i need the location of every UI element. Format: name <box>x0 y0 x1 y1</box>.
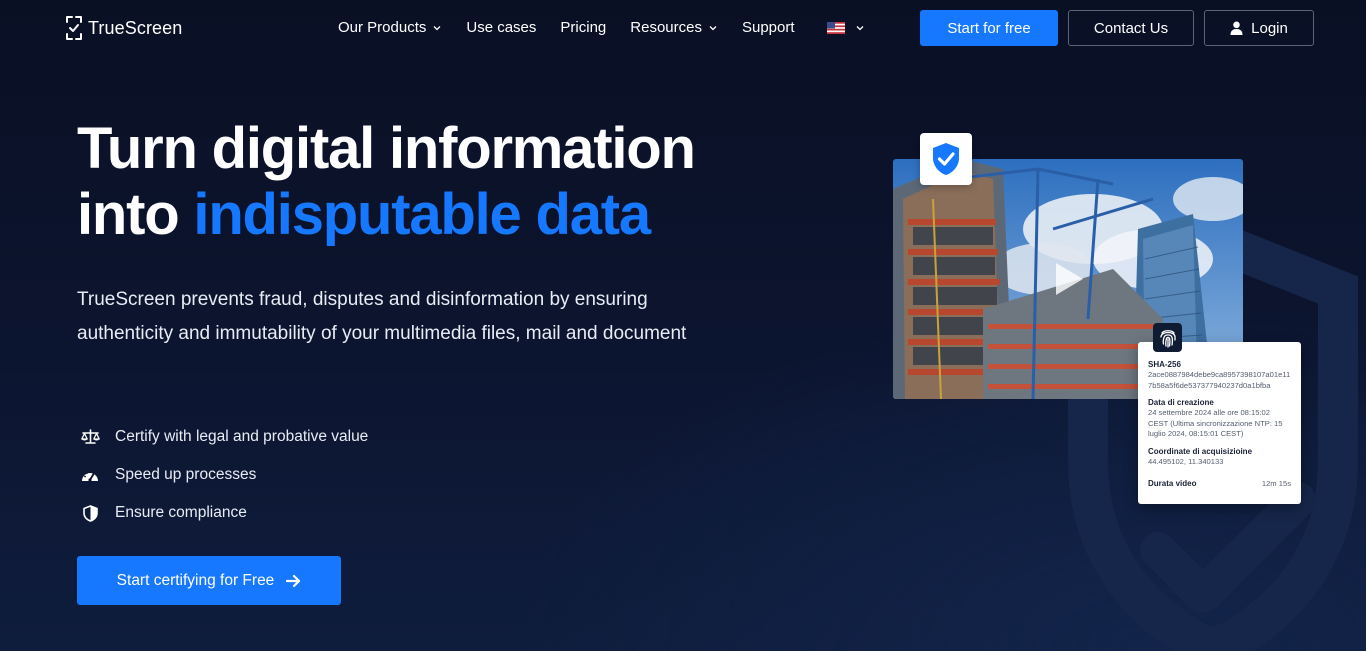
nav-use-cases-label: Use cases <box>466 19 537 36</box>
date-value: 24 settembre 2024 alle ore 08:15:02 CEST… <box>1148 408 1283 438</box>
language-selector[interactable] <box>823 21 865 34</box>
feature-label: Ensure compliance <box>115 504 247 521</box>
hero-title-accent: indisputable data <box>193 182 651 247</box>
nav-our-products[interactable]: Our Products <box>338 19 442 36</box>
feature-label: Certify with legal and probative value <box>115 428 369 445</box>
user-icon <box>1230 21 1243 35</box>
date-label: Data di creazione <box>1148 398 1214 407</box>
nav-pricing[interactable]: Pricing <box>560 19 606 36</box>
nav-our-products-label: Our Products <box>338 19 427 36</box>
feature-label: Speed up processes <box>115 466 257 483</box>
fingerprint-badge <box>1153 323 1182 352</box>
nav-support-label: Support <box>741 19 795 36</box>
coords-label: Coordinate di acquisizioine <box>1148 446 1253 456</box>
coords-section: Coordinate di acquisizioine 44.495102, 1… <box>1148 447 1291 468</box>
main-menu: Our Products Use cases Pricing Resources… <box>338 19 889 36</box>
date-section: Data di creazione 24 settembre 2024 alle… <box>1148 398 1291 440</box>
shield-half-icon <box>80 503 100 523</box>
brand-name: TrueScreen <box>88 17 183 38</box>
nav-resources[interactable]: Resources <box>630 19 718 36</box>
login-label: Login <box>1251 19 1288 37</box>
duration-row: Durata video 12m 15s <box>1148 479 1291 490</box>
start-for-free-button[interactable]: Start for free <box>920 10 1058 46</box>
coords-value: 44.495102, 11.340133 <box>1148 456 1224 466</box>
duration-label: Durata video <box>1148 479 1197 489</box>
truescreen-logo-icon <box>66 16 82 40</box>
hash-label: SHA-256 <box>1148 360 1181 369</box>
nav-resources-label: Resources <box>630 19 702 36</box>
brand-logo[interactable]: TrueScreen <box>64 14 182 42</box>
hash-section: SHA-256 2ace0887984debe9ca8957398107a01e… <box>1148 360 1291 391</box>
fingerprint-icon <box>1159 329 1176 348</box>
hero-description: TrueScreen prevents fraud, disputes and … <box>77 289 687 344</box>
nav-pricing-label: Pricing <box>560 19 607 36</box>
scales-icon <box>80 427 100 447</box>
chevron-down-icon <box>856 25 863 30</box>
speedometer-icon <box>80 465 100 485</box>
hero-title: Turn digital information into indisputab… <box>77 116 777 248</box>
play-icon[interactable] <box>1052 260 1086 298</box>
nav-use-cases[interactable]: Use cases <box>466 19 536 36</box>
hero-title-line1: Turn digital information <box>77 116 696 181</box>
start-certifying-button[interactable]: Start certifying for Free <box>77 556 341 605</box>
shield-check-icon <box>933 143 959 175</box>
feature-list: Certify with legal and probative value S… <box>80 418 368 532</box>
certificate-details-card: SHA-256 2ace0887984debe9ca8957398107a01e… <box>1138 342 1301 504</box>
top-navigation: TrueScreen Our Products Use cases Pricin… <box>0 0 1366 56</box>
feature-item: Ensure compliance <box>80 494 368 532</box>
cta-label: Start certifying for Free <box>116 571 275 589</box>
verified-shield-badge <box>920 133 972 185</box>
hash-value: 2ace0887984debe9ca8957398107a01e117b58a5… <box>1148 370 1291 390</box>
feature-item: Certify with legal and probative value <box>80 418 368 456</box>
feature-item: Speed up processes <box>80 456 368 494</box>
hero-title-line2-prefix: into <box>77 182 194 247</box>
contact-us-button[interactable]: Contact Us <box>1068 10 1194 46</box>
chevron-down-icon <box>709 25 717 30</box>
arrow-right-icon <box>286 574 301 587</box>
login-button[interactable]: Login <box>1204 10 1314 46</box>
chevron-down-icon <box>433 25 441 30</box>
nav-support[interactable]: Support <box>742 19 795 36</box>
duration-value: 12m 15s <box>1261 479 1291 488</box>
flag-us-icon <box>826 21 845 34</box>
